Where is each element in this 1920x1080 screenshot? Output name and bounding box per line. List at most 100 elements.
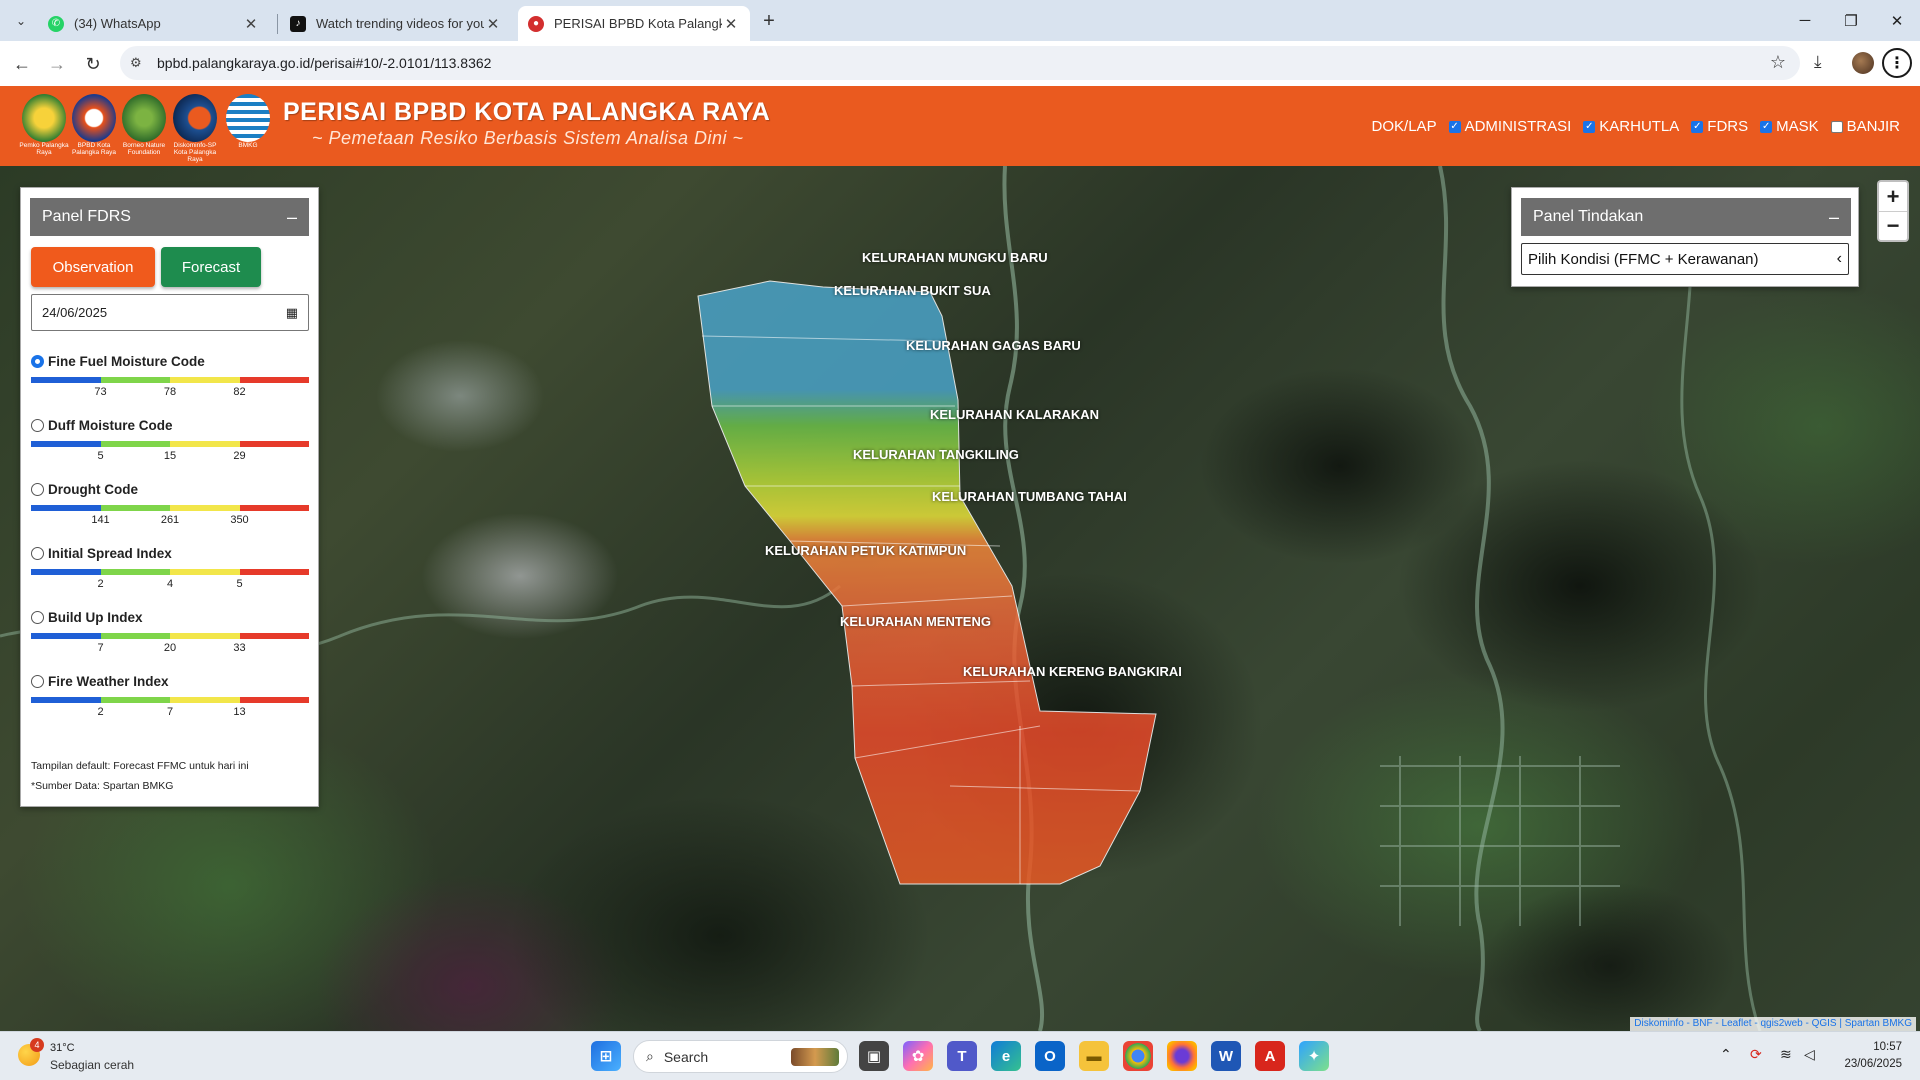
acrobat-icon[interactable]: A (1255, 1041, 1285, 1071)
layer-toggle-banjir[interactable]: BANJIR (1830, 118, 1900, 135)
site-header: Pemko Palangka Raya BPBD Kota Palangka R… (0, 86, 1920, 166)
close-tab-icon[interactable]: ✕ (242, 15, 260, 33)
layer-toggle-administrasi[interactable]: ✓ ADMINISTRASI (1448, 118, 1572, 135)
browser-toolbar: ← → ↻ ⚙ bpbd.palangkaraya.go.id/perisai#… (0, 41, 1920, 86)
word-icon[interactable]: W (1211, 1041, 1241, 1071)
kelurahan-label[interactable]: KELURAHAN GAGAS BARU (906, 338, 1081, 353)
kelurahan-label[interactable]: KELURAHAN BUKIT SUA (834, 283, 991, 298)
calendar-icon[interactable]: ▦ (286, 305, 298, 321)
tick-label: 350 (230, 514, 249, 526)
index-option-ffmc[interactable]: Fine Fuel Moisture Code 73 78 82 (31, 354, 309, 399)
zoom-out-button[interactable]: − (1879, 211, 1907, 240)
radio-icon[interactable] (31, 547, 44, 560)
close-tab-icon[interactable]: ✕ (484, 15, 502, 33)
bookmark-star-icon[interactable]: ☆ (1770, 52, 1786, 73)
date-value: 24/06/2025 (42, 305, 108, 320)
forward-icon[interactable]: → (44, 51, 70, 77)
outlook-icon[interactable]: O (1035, 1041, 1065, 1071)
restore-window-icon[interactable]: ❐ (1828, 0, 1874, 41)
copilot-icon[interactable]: ✿ (903, 1041, 933, 1071)
kelurahan-label[interactable]: KELURAHAN TANGKILING (853, 447, 1019, 462)
taskbar-clock[interactable]: 10:57 23/06/2025 (1832, 1039, 1902, 1073)
radio-icon[interactable] (31, 355, 44, 368)
tab-search-chevron-icon[interactable]: ⌄ (8, 8, 34, 34)
kelurahan-label[interactable]: KELURAHAN PETUK KATIMPUN (765, 543, 966, 558)
browser-menu-icon[interactable]: ⋮ (1882, 48, 1912, 78)
taskbar-search[interactable]: ⌕ Search (633, 1040, 848, 1073)
wifi-icon[interactable]: ≋ (1780, 1046, 1792, 1063)
minimize-icon[interactable]: – (1829, 207, 1839, 228)
tab-perisai[interactable]: ● PERISAI BPBD Kota Palangka Ra ✕ (518, 6, 750, 41)
layer-label: BANJIR (1846, 118, 1900, 135)
map-attribution[interactable]: Diskominfo - BNF - Leaflet - qgis2web - … (1630, 1017, 1916, 1031)
chrome-icon[interactable] (1123, 1041, 1153, 1071)
bnf-logo (122, 94, 166, 142)
index-label: Fire Weather Index (48, 674, 169, 689)
observation-button[interactable]: Observation (31, 247, 155, 287)
edge-icon[interactable]: e (991, 1041, 1021, 1071)
layer-toggle-mask[interactable]: ✓ MASK (1760, 118, 1819, 135)
file-explorer-icon[interactable]: ▬ (1079, 1041, 1109, 1071)
minimize-icon[interactable]: – (287, 207, 297, 228)
doklap-link[interactable]: DOK/LAP (1372, 118, 1437, 135)
checkbox-icon[interactable] (1830, 120, 1843, 133)
radio-icon[interactable] (31, 483, 44, 496)
kelurahan-label[interactable]: KELURAHAN MUNGKU BARU (862, 250, 1048, 265)
os-taskbar: 4 31°C Sebagian cerah ⊞ ⌕ Search ▣ ✿ T e… (0, 1031, 1920, 1080)
scale-ticks: 5 15 29 (31, 447, 309, 463)
checkbox-icon[interactable]: ✓ (1583, 120, 1596, 133)
download-icon[interactable]: ⤓ (1814, 52, 1822, 72)
layer-label: FDRS (1707, 118, 1749, 135)
checkbox-icon[interactable]: ✓ (1760, 120, 1773, 133)
zoom-in-button[interactable]: + (1879, 182, 1907, 211)
back-icon[interactable]: ← (9, 51, 35, 77)
fdrs-risk-polygon[interactable] (697, 280, 1157, 885)
radio-icon[interactable] (31, 419, 44, 432)
checkbox-icon[interactable]: ✓ (1691, 120, 1704, 133)
kondisi-select[interactable]: Pilih Kondisi (FFMC + Kerawanan) ‹ (1521, 243, 1849, 275)
panel-fdrs: Panel FDRS – Observation Forecast 24/06/… (20, 187, 319, 807)
index-option-dmc[interactable]: Duff Moisture Code 5 15 29 (31, 418, 309, 463)
profile-avatar[interactable] (1852, 52, 1874, 74)
bpbd-icon: ● (528, 15, 544, 32)
reload-icon[interactable]: ↻ (80, 51, 106, 77)
layer-label: ADMINISTRASI (1464, 118, 1572, 135)
layer-toggle-fdrs[interactable]: ✓ FDRS (1691, 118, 1748, 135)
site-info-icon[interactable]: ⚙ (130, 55, 142, 71)
index-option-bui[interactable]: Build Up Index 7 20 33 (31, 610, 309, 655)
index-option-fwi[interactable]: Fire Weather Index 2 7 13 (31, 674, 309, 719)
layer-toggle-karhutla[interactable]: ✓ KARHUTLA (1583, 118, 1679, 135)
kelurahan-label[interactable]: KELURAHAN TUMBANG TAHAI (932, 489, 1127, 504)
minimize-window-icon[interactable]: ─ (1782, 0, 1828, 41)
forecast-button[interactable]: Forecast (161, 247, 261, 287)
kelurahan-label[interactable]: KELURAHAN KERENG BANGKIRAI (963, 664, 1182, 679)
windows-start-icon[interactable]: ⊞ (591, 1041, 621, 1071)
task-view-icon[interactable]: ▣ (859, 1041, 889, 1071)
clock-date: 23/06/2025 (1844, 1058, 1902, 1070)
tray-chevron-up-icon[interactable]: ⌃ (1720, 1046, 1732, 1063)
radio-icon[interactable] (31, 611, 44, 624)
close-window-icon[interactable]: ✕ (1874, 0, 1920, 41)
app-icon[interactable]: ✦ (1299, 1041, 1329, 1071)
kelurahan-label[interactable]: KELURAHAN KALARAKAN (930, 407, 1099, 422)
site-subtitle: ~ Pemetaan Resiko Berbasis Sistem Analis… (312, 128, 744, 148)
default-view-note: Tampilan default: Forecast FFMC untuk ha… (31, 760, 249, 772)
kelurahan-label[interactable]: KELURAHAN MENTENG (840, 614, 991, 629)
checkbox-icon[interactable]: ✓ (1448, 120, 1461, 133)
new-tab-icon[interactable]: + (756, 8, 782, 34)
index-option-isi[interactable]: Initial Spread Index 2 4 5 (31, 546, 309, 591)
tab-title: Watch trending videos for you | (316, 16, 484, 31)
volume-icon[interactable]: ◁ (1804, 1046, 1815, 1063)
sync-icon[interactable]: ⟳ (1750, 1046, 1762, 1063)
teams-icon[interactable]: T (947, 1041, 977, 1071)
address-bar[interactable]: ⚙ bpbd.palangkaraya.go.id/perisai#10/-2.… (120, 46, 1800, 80)
firefox-icon[interactable] (1167, 1041, 1197, 1071)
tab-tiktok[interactable]: ♪ Watch trending videos for you | ✕ (280, 6, 512, 41)
index-option-dc[interactable]: Drought Code 141 261 350 (31, 482, 309, 527)
close-tab-icon[interactable]: ✕ (722, 15, 740, 33)
tick-label: 5 (97, 450, 104, 462)
radio-icon[interactable] (31, 675, 44, 688)
date-input[interactable]: 24/06/2025 ▦ (31, 294, 309, 331)
logo-caption: Diskominfo-SP Kota Palangka Raya (173, 142, 217, 163)
tab-whatsapp[interactable]: ✆ (34) WhatsApp ✕ (38, 6, 270, 41)
